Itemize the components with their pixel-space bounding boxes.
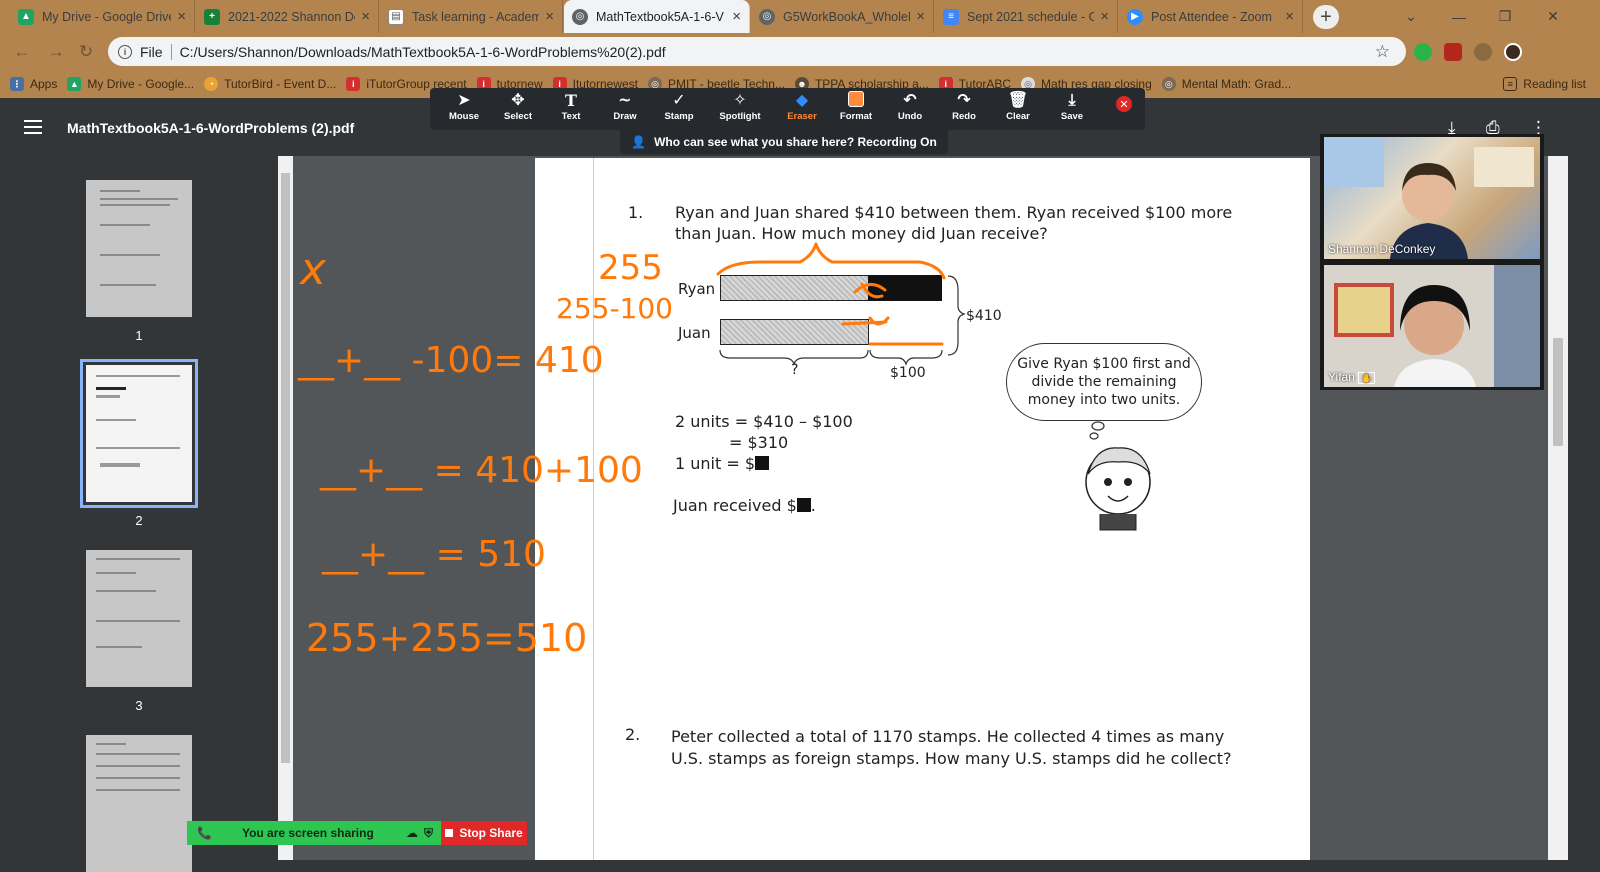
ink-text-x: x: [300, 244, 327, 295]
save-icon: ⤓: [1068, 92, 1076, 109]
draw-icon: ∼: [618, 92, 632, 109]
sharing-status: You are screen sharing: [241, 826, 374, 840]
tool-format[interactable]: Format: [829, 91, 883, 129]
undo-icon: ↶: [903, 92, 917, 109]
zoom-annotation-toolbar: ➤ Mouse ✥ Select T Text ∼ Draw ✓ Stamp ✧ Spotl…: [430, 88, 1145, 130]
answer-box: [755, 456, 770, 470]
question-2-line-2: U.S. stamps as foreign stamps. How many …: [671, 749, 1232, 768]
teacher-video: [1324, 137, 1534, 259]
difference-label: $100: [890, 365, 926, 381]
total-label: $410: [966, 308, 1002, 324]
tool-save[interactable]: ⤓ Save: [1045, 91, 1099, 129]
video-tile-teacher[interactable]: Shannon DeConkey: [1324, 137, 1540, 259]
video-tile-student[interactable]: Yifan ✋: [1324, 265, 1540, 387]
spotlight-icon: ✧: [733, 92, 747, 109]
move-icon: ✥: [511, 92, 525, 109]
tool-redo[interactable]: ↷ Redo: [937, 91, 991, 129]
ink-equation-3: __+__ = 510: [322, 534, 546, 575]
unknown-label: ?: [791, 362, 799, 378]
tool-eraser[interactable]: ◆ Eraser: [775, 91, 829, 129]
question-2-line-1: Peter collected a total of 1170 stamps. …: [671, 727, 1225, 746]
ink-text-255-minus-100: 255-100: [556, 292, 673, 325]
shield-icon: ⛨: [423, 825, 433, 840]
tool-spotlight[interactable]: ✧ Spotlight: [713, 91, 767, 129]
close-toolbar-button[interactable]: ✕: [1116, 96, 1132, 112]
page-scrollbar[interactable]: [1548, 156, 1568, 860]
student-video: [1334, 265, 1540, 387]
work-line-3: 1 unit = $: [675, 453, 770, 474]
child-illustration: [1085, 421, 1151, 531]
redo-icon: ↷: [957, 92, 971, 109]
tool-select[interactable]: ✥ Select: [491, 91, 545, 129]
recording-notice[interactable]: 👤 Who can see what you share here? Record…: [620, 130, 948, 154]
eraser-icon: ◆: [795, 92, 809, 109]
tool-mouse[interactable]: ➤ Mouse: [437, 91, 491, 129]
raise-hand-icon: ✋: [1358, 372, 1376, 384]
answer-box: [796, 498, 811, 512]
person-icon: 👤: [631, 135, 647, 149]
scrollbar-thumb[interactable]: [1553, 338, 1563, 446]
trash-icon: 🗑: [1007, 92, 1029, 109]
ink-equation-1: __+__ -100= 410: [298, 340, 604, 381]
cursor-icon: ➤: [457, 92, 471, 109]
ink-equation-4: 255+255=510: [306, 616, 588, 660]
format-icon: [848, 91, 864, 111]
tool-text[interactable]: T Text: [544, 91, 598, 129]
question-2-number: 2.: [625, 725, 641, 744]
stop-share-button[interactable]: Stop Share: [441, 821, 527, 845]
text-icon: T: [565, 91, 577, 110]
work-line-2: = $310: [729, 433, 789, 452]
cloud-icon: ☁: [405, 826, 418, 840]
tool-undo[interactable]: ↶ Undo: [883, 91, 937, 129]
phone-icon: 📞: [197, 826, 212, 840]
tool-draw[interactable]: ∼ Draw: [598, 91, 652, 129]
participant-name: Shannon DeConkey: [1328, 242, 1436, 256]
participant-name: Yifan ✋: [1328, 370, 1376, 384]
ink-equation-2: __+__ = 410+100: [320, 450, 643, 491]
answer-line: Juan received $.: [673, 496, 816, 515]
tool-clear[interactable]: 🗑 Clear: [991, 91, 1045, 129]
tool-stamp[interactable]: ✓ Stamp: [652, 91, 706, 129]
work-line-1: 2 units = $410 – $100: [675, 412, 853, 431]
ink-text-255: 255: [598, 248, 663, 288]
screen-sharing-bar[interactable]: 📞 You are screen sharing ☁ ⛨: [187, 821, 441, 845]
stamp-icon: ✓: [672, 92, 686, 109]
stop-icon: [445, 829, 454, 837]
zoom-video-panel: Shannon DeConkey Yifan ✋: [1320, 134, 1544, 390]
thought-bubble: Give Ryan $100 first and divide the rema…: [1006, 343, 1202, 421]
